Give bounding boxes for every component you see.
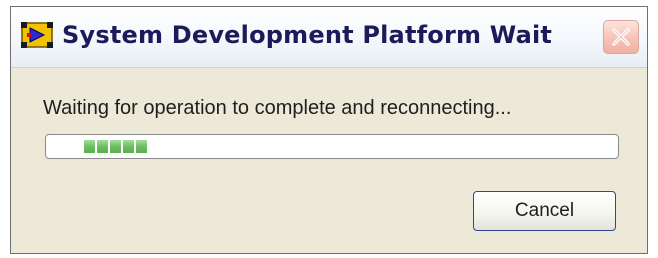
close-x-icon xyxy=(612,28,630,46)
cancel-button[interactable]: Cancel xyxy=(473,191,616,231)
progress-segment xyxy=(97,140,108,153)
close-button[interactable] xyxy=(603,20,639,54)
progress-segment xyxy=(110,140,121,153)
progress-segment xyxy=(123,140,134,153)
status-message: Waiting for operation to complete and re… xyxy=(43,97,512,119)
title-bar[interactable]: System Development Platform Wait xyxy=(11,7,647,68)
dialog-body: Waiting for operation to complete and re… xyxy=(11,68,647,253)
progress-segment xyxy=(84,140,95,153)
wait-dialog-window: System Development Platform Wait Waiting… xyxy=(10,6,648,254)
window-title: System Development Platform Wait xyxy=(62,21,553,49)
labview-vi-icon xyxy=(21,22,53,48)
progress-bar xyxy=(45,134,619,159)
progress-marquee xyxy=(84,140,149,153)
progress-segment xyxy=(136,140,147,153)
